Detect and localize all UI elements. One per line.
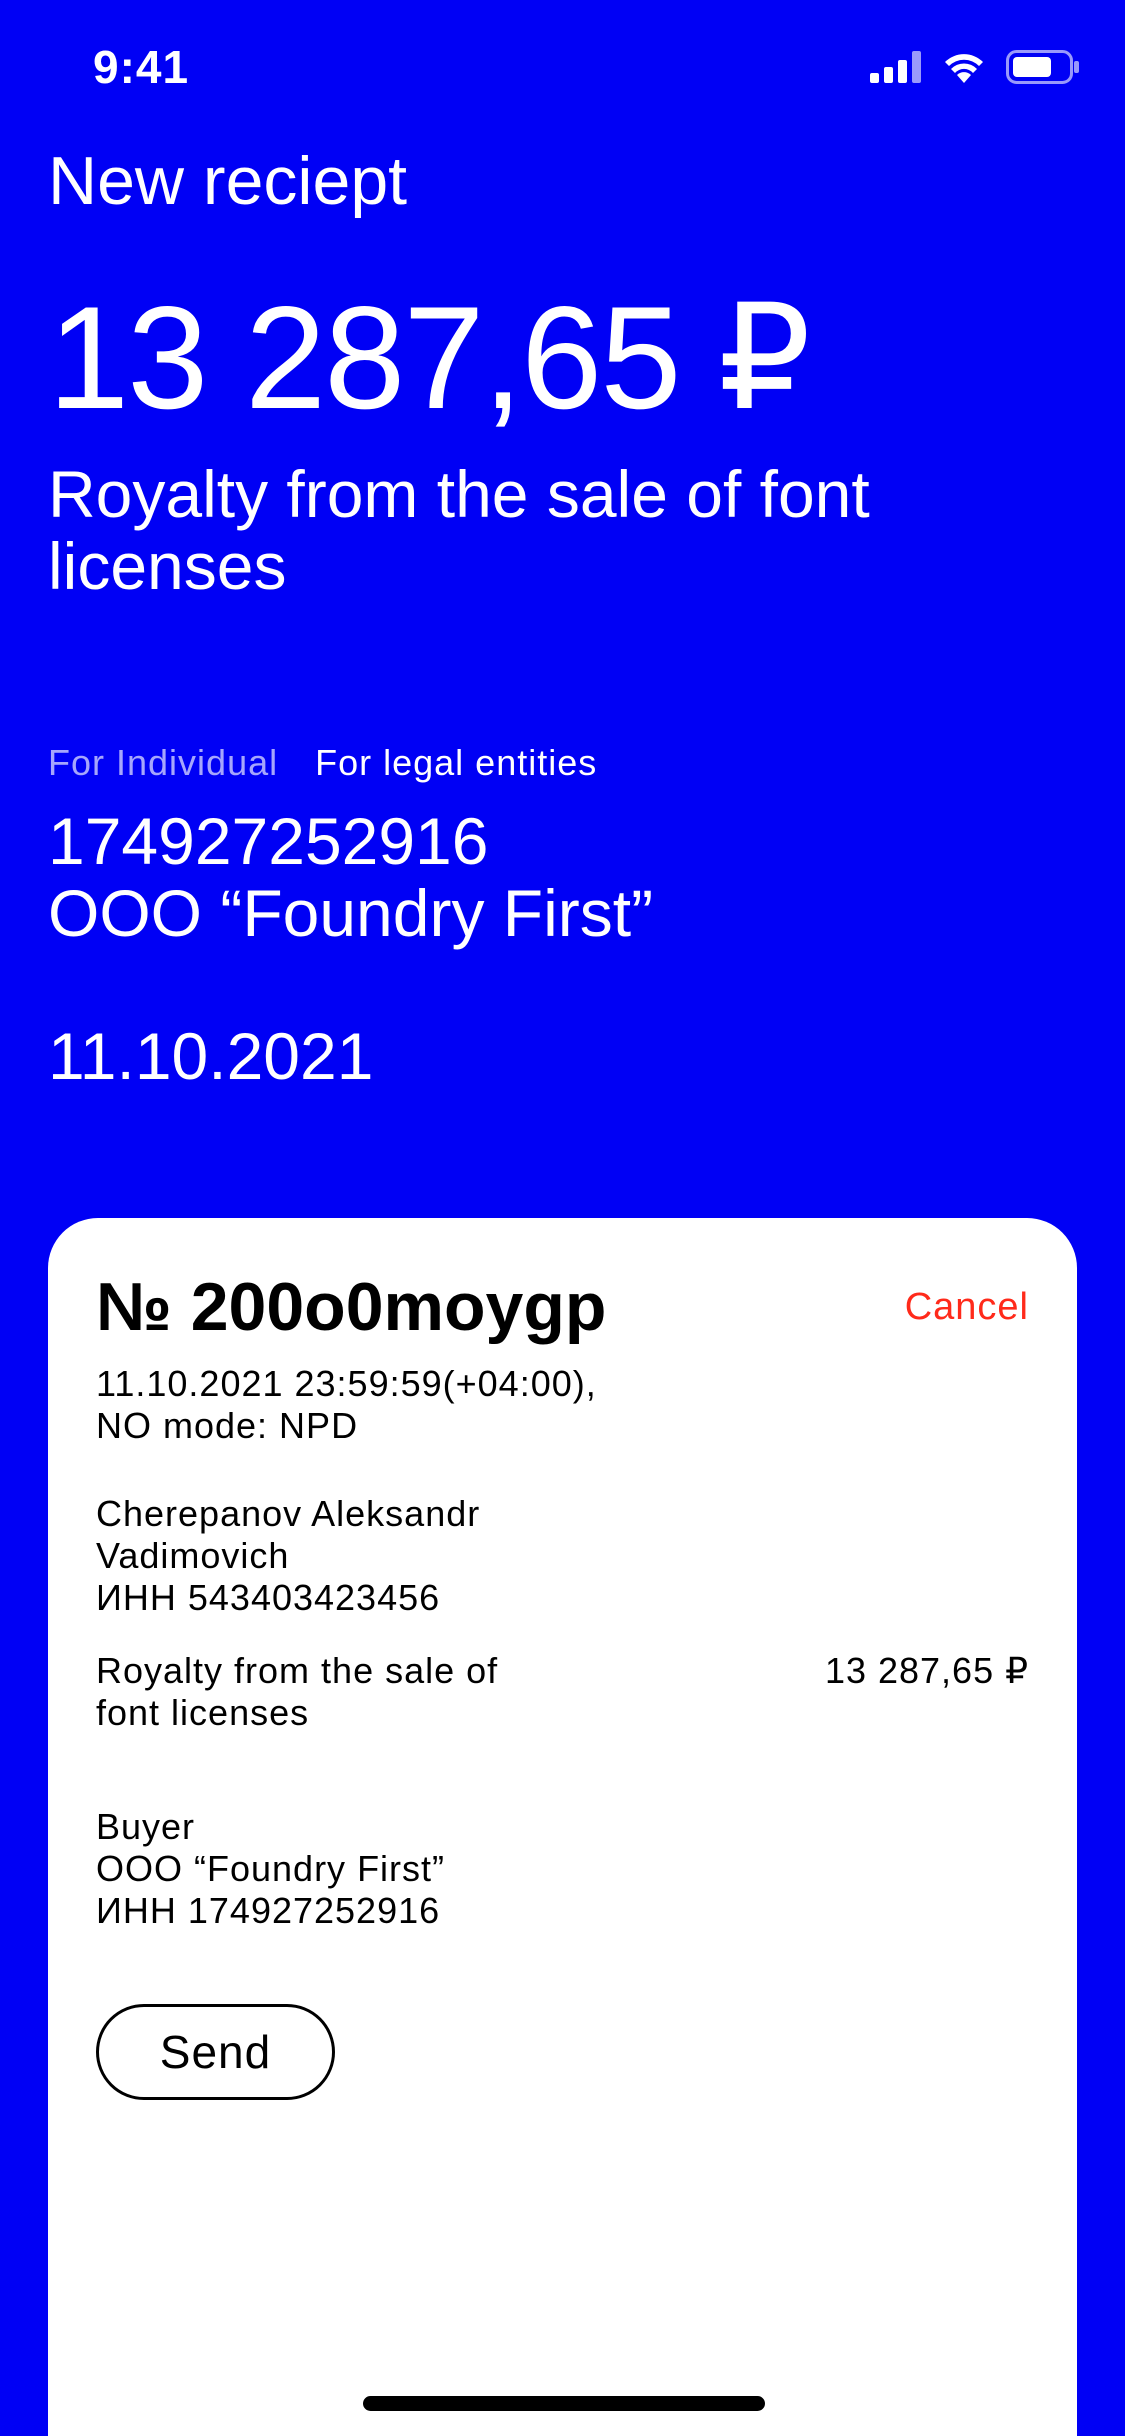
wifi-icon <box>942 51 986 88</box>
receipt-number: № 200o0moygp <box>96 1269 607 1345</box>
receipt-datetime-block: 11.10.2021 23:59:59(+04:00), NO mode: NP… <box>96 1363 597 1447</box>
buyer-inn: ИНН 174927252916 <box>96 1890 441 1931</box>
item-description: Royalty from the sale of font licenses <box>96 1650 498 1734</box>
send-button[interactable]: Send <box>96 2004 335 2100</box>
page-title: New reciept <box>48 143 408 219</box>
receipt-description: Royalty from the sale of font licenses <box>48 458 1048 602</box>
status-bar: 9:41 <box>0 0 1125 140</box>
receipt-mode: NO mode: NPD <box>96 1405 359 1446</box>
buyer-company: ООО “Foundry First” <box>48 876 654 950</box>
receipt-card: № 200o0moygp Cancel 11.10.2021 23:59:59(… <box>48 1218 1077 2436</box>
tabs: For Individual For legal entities <box>48 742 597 784</box>
seller-block: Cherepanov Aleksandr Vadimovich ИНН 5434… <box>96 1493 480 1619</box>
item-line: Royalty from the sale of <box>96 1650 499 1691</box>
seller-inn: ИНН 543403423456 <box>96 1577 441 1618</box>
item-amount: 13 287,65 ₽ <box>824 1650 1029 1691</box>
receipt-datetime: 11.10.2021 23:59:59(+04:00), <box>96 1363 597 1404</box>
tab-for-individual[interactable]: For Individual <box>48 742 278 784</box>
receipt-date: 11.10.2021 <box>48 1019 374 1093</box>
status-icons <box>870 50 1080 89</box>
buyer-label: Buyer <box>96 1806 196 1847</box>
battery-icon <box>1006 50 1080 89</box>
buyer-tax-id: 174927252916 <box>48 804 489 878</box>
seller-name-line: Vadimovich <box>96 1535 290 1576</box>
cancel-button[interactable]: Cancel <box>905 1286 1029 1329</box>
receipt-amount: 13 287,65 ₽ <box>48 276 811 439</box>
status-time: 9:41 <box>93 41 190 93</box>
description-line: Royalty from the sale of font <box>48 457 870 531</box>
item-line: font licenses <box>96 1692 310 1733</box>
seller-name-line: Cherepanov Aleksandr <box>96 1493 481 1534</box>
buyer-block: Buyer ООО “Foundry First” ИНН 1749272529… <box>96 1806 445 1932</box>
tab-for-legal-entities[interactable]: For legal entities <box>315 742 597 784</box>
signal-icon <box>870 51 922 88</box>
buyer-company-name: ООО “Foundry First” <box>96 1848 446 1889</box>
description-line: licenses <box>48 529 287 603</box>
home-indicator <box>363 2396 765 2411</box>
